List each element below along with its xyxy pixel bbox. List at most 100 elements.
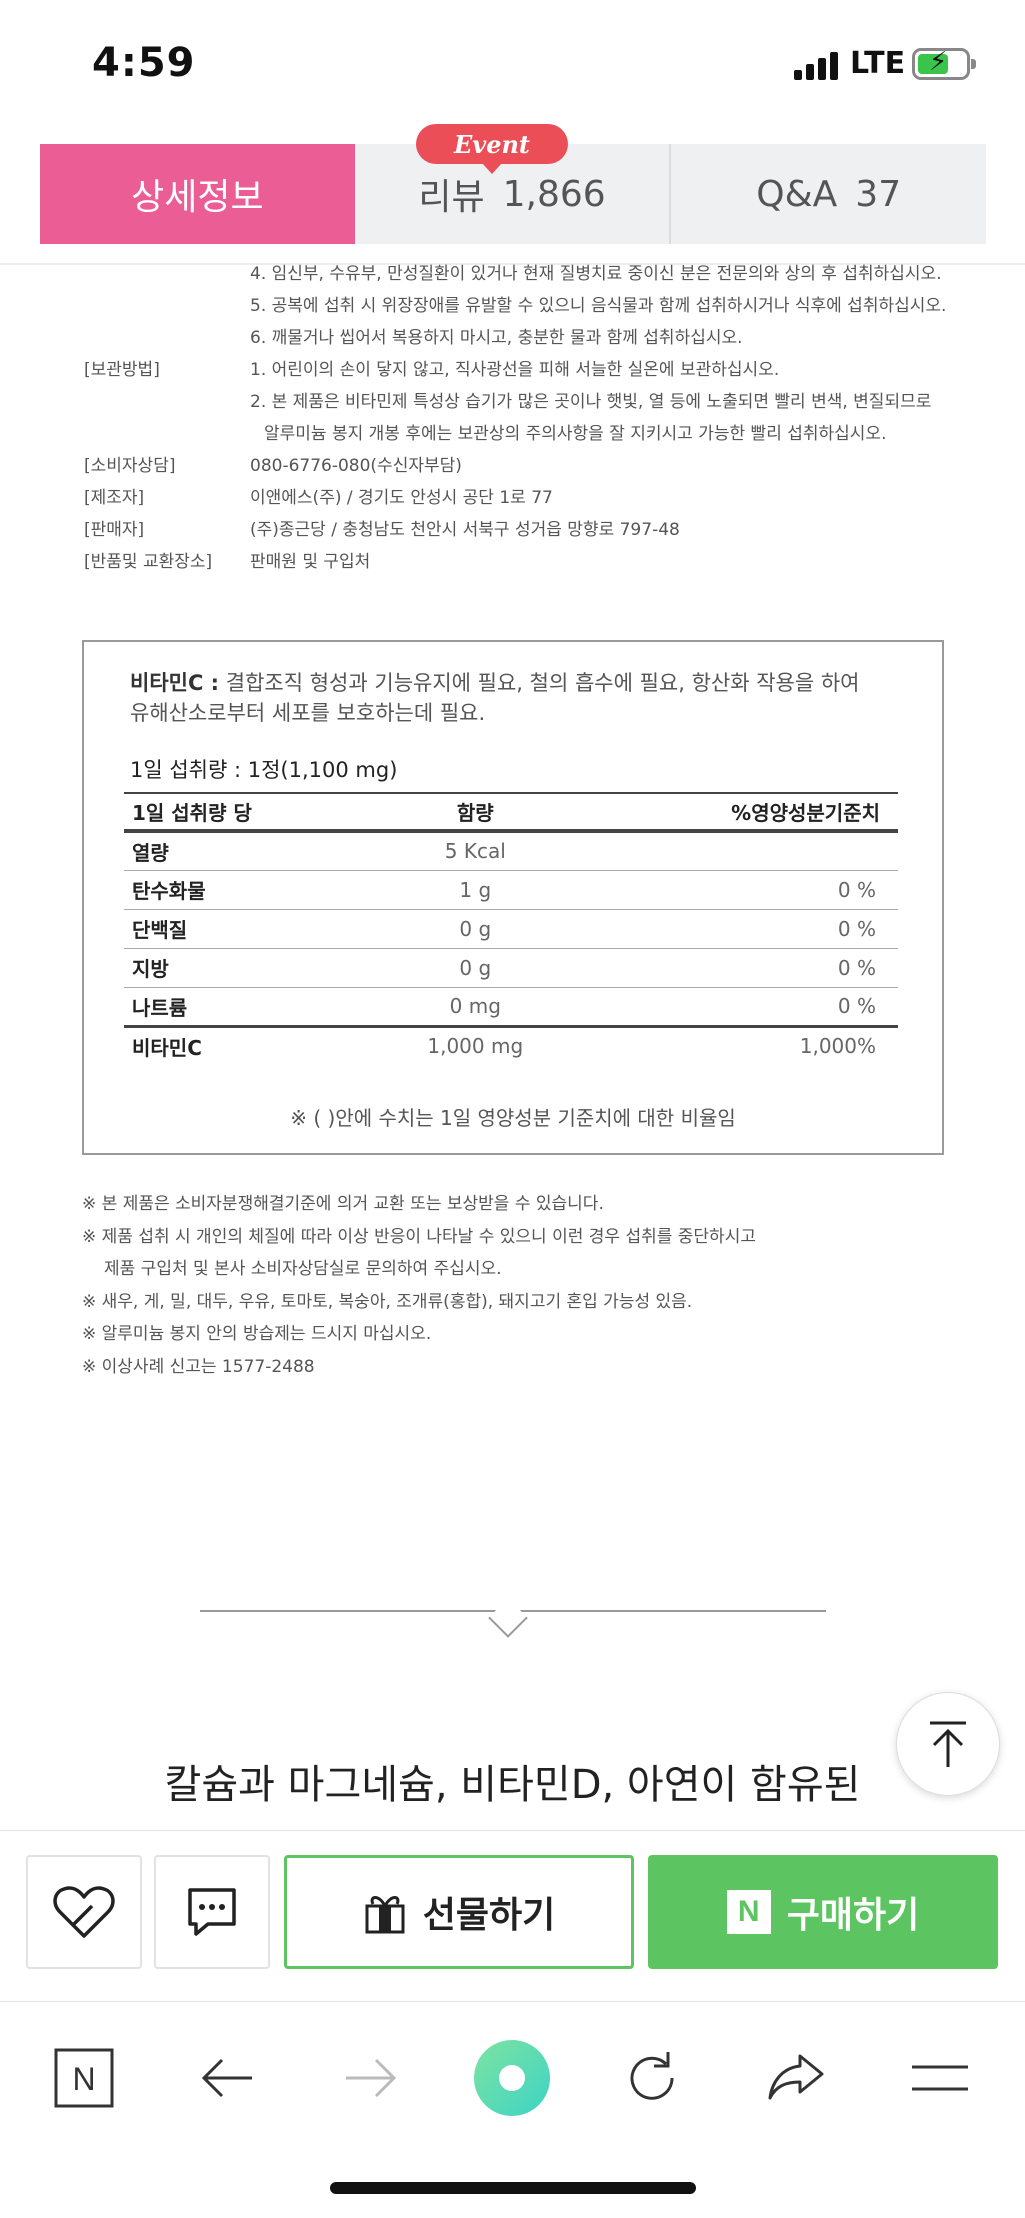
storage-item: 1. 어린이의 손이 닿지 않고, 직사광선을 피해 서늘한 실온에 보관하십시… [250,360,780,380]
vitamin-desc-line: 결합조직 형성과 기능유지에 필요, 철의 흡수에 필요, 항산화 작용을 하여 [225,671,860,695]
consumer-label: [소비자상담] [84,456,176,476]
tab-qa-label: Q&A [756,173,838,215]
buy-label: 구매하기 [786,1895,920,1936]
npay-logo: N [726,1890,771,1934]
nutrient-percent [577,831,898,871]
notice-item: ※ 제품 섭취 시 개인의 체질에 따라 이상 반응이 나타날 수 있으니 이런… [82,1226,756,1247]
storage-row: [보관방법] 1. 어린이의 손이 닿지 않고, 직사광선을 피해 서늘한 실온… [84,354,984,386]
caution-item: 6. 깨물거나 씹어서 복용하지 마시고, 충분한 물과 함께 섭취하십시오. [250,328,743,348]
nutrient-name: 나트륨 [124,987,373,1027]
naver-home-button[interactable]: N [44,2038,124,2118]
green-dot-button[interactable] [472,2038,552,2118]
storage-item: 알루미늄 봉지 개봉 후에는 보관상의 주의사항을 잘 지키시고 가능한 빨리 … [264,424,887,444]
nutrition-row: 단백질 0 g 0 % [124,909,898,949]
signal-icon [794,50,840,80]
event-badge: Event [416,124,568,174]
menu-button[interactable] [900,2038,980,2118]
arrow-left-icon [201,2058,252,2098]
seller-value: (주)종근당 / 충청남도 천안시 서북구 성거읍 망향로 797-48 [250,520,680,540]
nutrient-name: 열량 [124,831,373,871]
storage-row: 2. 본 제품은 비타민제 특성상 습기가 많은 곳이나 햇빛, 열 등에 노출… [84,386,984,418]
buy-button[interactable]: N 구매하기 [648,1855,998,1969]
nutrition-row: 비타민C 1,000 mg 1,000% [124,1024,898,1065]
naver-home-icon: N [54,2048,114,2108]
forward-button[interactable] [330,2038,410,2118]
return-value: 판매원 및 구입처 [250,552,371,572]
purchase-bar: 선물하기 N 구매하기 [0,1830,1025,2002]
network-label: LTE [850,46,906,81]
caution-row: 5. 공복에 섭취 시 위장장애를 유발할 수 있으니 음식물과 함께 섭취하시… [84,290,984,322]
nutrient-percent: 0 % [577,948,898,988]
header-per-day: 1일 섭취량 당 [124,792,373,833]
reload-icon [630,2052,674,2100]
share-button[interactable] [756,2038,836,2118]
home-indicator [330,2182,696,2194]
vitamin-description: 비타민C : 결합조직 형성과 기능유지에 필요, 철의 흡수에 필요, 항산화… [130,668,910,728]
share-icon [768,2054,824,2100]
maker-row: [제조자] 이앤에스(주) / 경기도 안성시 공단 1로 77 [84,482,984,514]
header-percent: %영양성분기준치 [577,792,898,833]
notice-item: ※ 본 제품은 소비자분쟁해결기준에 의거 교환 또는 보상받을 수 있습니다. [82,1194,604,1214]
wishlist-button[interactable] [26,1855,142,1969]
nutrient-name: 단백질 [124,909,373,949]
gift-icon [365,1896,405,1934]
nutrient-amount: 0 g [372,909,578,949]
caution-item: 5. 공복에 섭취 시 위장장애를 유발할 수 있으니 음식물과 함께 섭취하시… [250,296,947,316]
nutrition-box: 비타민C : 결합조직 형성과 기능유지에 필요, 철의 흡수에 필요, 항산화… [82,640,944,1155]
seller-row: [판매자] (주)종근당 / 충청남도 천안시 서북구 성거읍 망향로 797-… [84,514,984,546]
serving-size: 1일 섭취량 : 1정(1,100 mg) [130,758,398,782]
notice-item: 제품 구입처 및 본사 소비자상담실로 문의하여 주십시오. [104,1259,502,1279]
nutrient-amount: 1,000 mg [372,1024,578,1065]
storage-item: 2. 본 제품은 비타민제 특성상 습기가 많은 곳이나 햇빛, 열 등에 노출… [250,392,932,412]
gift-label: 선물하기 [422,1895,556,1936]
notice-item: ※ 알루미늄 봉지 안의 방습제는 드시지 마십시오. [82,1324,432,1344]
chat-button[interactable] [154,1855,270,1969]
caution-row: 4. 임신부, 수유부, 만성질환이 있거나 현재 질병치료 중이신 분은 전문… [84,258,984,290]
svg-text:N: N [72,2061,95,2097]
caution-item: 4. 임신부, 수유부, 만성질환이 있거나 현재 질병치료 중이신 분은 전문… [250,264,942,284]
consumer-value: 080-6776-080(수신자부담) [250,456,462,476]
nutrient-percent: 0 % [577,870,898,910]
seller-label: [판매자] [84,520,145,540]
storage-label: [보관방법] [84,360,160,380]
promo-heading: 칼슘과 마그네슘, 비타민D, 아연이 함유된 [164,1762,861,1808]
tab-detail[interactable]: 상세정보 [40,144,355,244]
menu-icon [912,2065,968,2091]
nutrient-name: 비타민C [124,1024,373,1065]
notices: ※ 본 제품은 소비자분쟁해결기준에 의거 교환 또는 보상받을 수 있습니다.… [82,1188,962,1383]
storage-row: 알루미늄 봉지 개봉 후에는 보관상의 주의사항을 잘 지키시고 가능한 빨리 … [84,418,984,450]
tab-qa[interactable]: Q&A 37 [671,144,986,244]
return-row: [반품및 교환장소] 판매원 및 구입처 [84,546,984,578]
header-amount: 함량 [372,792,578,833]
gift-button[interactable]: 선물하기 [284,1855,634,1969]
green-dot-icon [474,2040,550,2116]
status-bar: 4:59 LTE ⚡ [0,0,1025,130]
maker-label: [제조자] [84,488,145,508]
return-label: [반품및 교환장소] [84,552,213,572]
maker-value: 이앤에스(주) / 경기도 안성시 공단 1로 77 [250,488,553,508]
arrow-right-icon [346,2058,397,2098]
nutrition-row: 나트륨 0 mg 0 % [124,987,898,1027]
reload-button[interactable] [612,2038,692,2118]
nutrition-row: 탄수화물 1 g 0 % [124,870,898,910]
nutrient-amount: 1 g [372,870,578,910]
notice-item: ※ 이상사례 신고는 1577-2488 [82,1356,315,1377]
status-time: 4:59 [92,40,196,86]
notice-item: ※ 새우, 게, 밀, 대두, 우유, 토마토, 복숭아, 조개류(홍합), 돼… [82,1291,693,1312]
nutrient-amount: 5 Kcal [372,831,578,871]
nutrient-amount: 0 mg [372,987,578,1027]
nutrition-header-row: 1일 섭취량 당 함량 %영양성분기준치 [124,792,898,833]
nutrition-note: ※ ( )안에 수치는 1일 영양성분 기준치에 대한 비율임 [290,1106,736,1130]
chevron-down-icon [488,1598,528,1638]
nutrition-table: 1일 섭취량 당 함량 %영양성분기준치 열량 5 Kcal 탄수화물 1 g … [124,792,898,1065]
tab-review-label: 리뷰 [418,177,485,218]
nutrient-percent: 0 % [577,909,898,949]
vitamin-desc-line: 유해산소로부터 세포를 보호하는데 필요. [130,701,486,725]
nutrient-name: 지방 [124,948,373,988]
battery-icon: ⚡ [912,47,976,80]
nutrient-amount: 0 g [372,948,578,988]
nutrient-name: 탄수화물 [124,870,373,910]
tab-detail-label: 상세정보 [131,177,264,218]
back-button[interactable] [188,2038,268,2118]
nutrient-percent: 1,000% [577,1024,898,1065]
